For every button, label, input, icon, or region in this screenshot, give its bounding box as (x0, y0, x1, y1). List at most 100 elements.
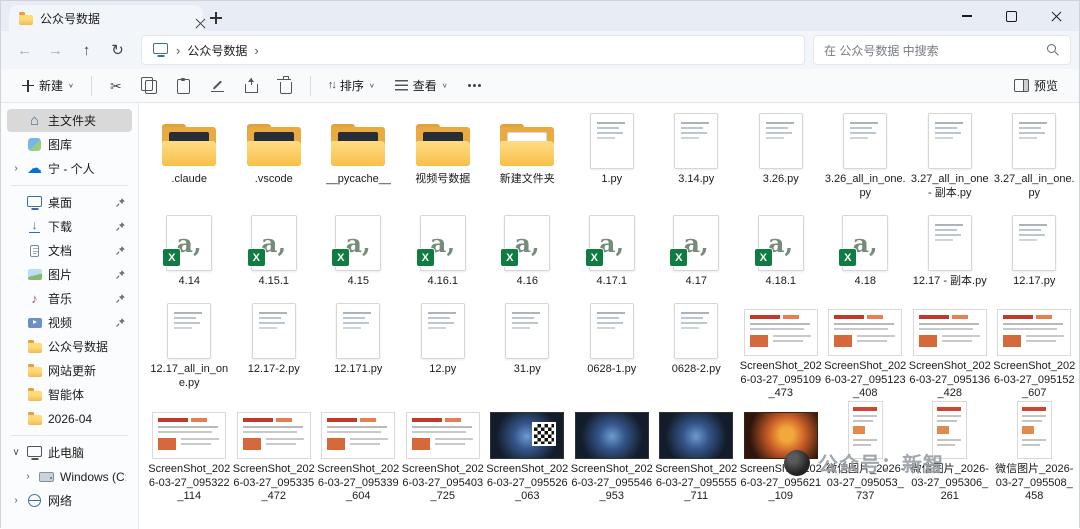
cut-button[interactable]: ✂ (100, 72, 132, 100)
sidebar-item-home[interactable]: 主文件夹 (7, 109, 132, 132)
file-tile[interactable]: a,X4.17.1 (570, 211, 655, 299)
new-tab-button[interactable] (203, 5, 229, 31)
chevron-right-icon[interactable]: › (11, 163, 21, 174)
breadcrumb-chevron-icon[interactable]: › (176, 43, 180, 58)
rename-button[interactable] (202, 72, 234, 100)
new-button[interactable]: 新建 ∨ (13, 72, 83, 100)
breadcrumb-chevron-icon[interactable]: › (254, 43, 258, 58)
file-tile[interactable]: ScreenShot_2026-03-27_095322_114 (147, 399, 232, 529)
sort-button[interactable]: ↑↓ 排序 ∨ (319, 72, 384, 100)
back-button[interactable]: ← (9, 35, 40, 65)
file-tile[interactable]: 3.27_all_in_one - 副本.py (908, 109, 993, 211)
file-tile[interactable]: ScreenShot_2026-03-27_095403_725 (401, 399, 486, 529)
address-bar[interactable]: › 公众号数据 › (141, 35, 805, 65)
view-button[interactable]: 查看 ∨ (386, 72, 457, 100)
file-tile[interactable]: 12.17-2.py (232, 299, 317, 399)
file-tile[interactable]: 微信图片_2026-03-27_095508_458 (992, 399, 1077, 529)
file-tile[interactable]: 12.171.py (316, 299, 401, 399)
file-tile[interactable]: .claude (147, 109, 232, 211)
file-thumbnail (828, 299, 902, 356)
file-tile[interactable]: 微信图片_2026-03-27_095053_737 (823, 399, 908, 529)
file-tile[interactable]: a,X4.18.1 (739, 211, 824, 299)
up-button[interactable]: ↑ (71, 35, 102, 65)
file-tile[interactable]: 视频号数据 (401, 109, 486, 211)
breadcrumb-item[interactable]: 公众号数据 (187, 42, 247, 59)
file-tile[interactable]: 1.py (570, 109, 655, 211)
home-icon (26, 113, 43, 129)
sidebar-item-gongzhonghao-data[interactable]: 公众号数据 (7, 335, 132, 358)
forward-button[interactable]: → (40, 35, 71, 65)
file-tile[interactable]: 3.26_all_in_one.py (823, 109, 908, 211)
file-tile[interactable]: __pycache__ (316, 109, 401, 211)
file-tile[interactable]: 3.14.py (654, 109, 739, 211)
sidebar-item-network[interactable]: ›网络 (7, 489, 132, 512)
maximize-button[interactable] (989, 1, 1034, 31)
search-icon[interactable] (1047, 44, 1060, 57)
file-tile[interactable]: ScreenShot_2026-03-27_095555_711 (654, 399, 739, 529)
file-tile[interactable]: 微信图片_2026-03-27_095306_261 (908, 399, 993, 529)
file-tile[interactable]: a,X4.15.1 (232, 211, 317, 299)
wechat-image-thumbnail (1017, 401, 1052, 459)
file-tile[interactable]: 12.17 - 副本.py (908, 211, 993, 299)
sidebar-item-gallery[interactable]: 图库 (7, 133, 132, 156)
explorer-tab[interactable]: 公众号数据 (9, 5, 203, 31)
file-tile[interactable]: ScreenShot_2026-03-27_095335_472 (232, 399, 317, 529)
sidebar-item-website-update[interactable]: 网站更新 (7, 359, 132, 382)
sidebar-item-windows-c[interactable]: ›Windows (C:) (19, 465, 132, 488)
file-tile[interactable]: ScreenShot_2026-03-27_095123_408 (823, 299, 908, 399)
file-thumbnail (674, 299, 718, 359)
sidebar-item-music[interactable]: 音乐 (7, 287, 132, 310)
file-tile[interactable]: 0628-1.py (570, 299, 655, 399)
file-tile[interactable]: ScreenShot_2026-03-27_095109_473 (739, 299, 824, 399)
file-tile[interactable]: a,X4.16.1 (401, 211, 486, 299)
location-icon (152, 42, 169, 58)
paste-button[interactable] (168, 72, 200, 100)
chevron-right-icon[interactable]: › (23, 471, 33, 482)
search-box[interactable]: 在 公众号数据 中搜索 (813, 35, 1071, 65)
minimize-button[interactable] (944, 1, 989, 31)
file-tile[interactable]: 12.py (401, 299, 486, 399)
file-thumbnail (421, 299, 465, 359)
copy-button[interactable] (134, 72, 166, 100)
refresh-button[interactable]: ↻ (102, 35, 133, 65)
sidebar-item-onedrive[interactable]: ›宁 - 个人 (7, 157, 132, 180)
delete-button[interactable] (270, 72, 302, 100)
sidebar-item-agent[interactable]: 智能体 (7, 383, 132, 406)
folder-content[interactable]: .claude.vscode__pycache__视频号数据新建文件夹1.py3… (139, 103, 1079, 529)
search-placeholder: 在 公众号数据 中搜索 (824, 42, 1047, 59)
share-button[interactable] (236, 72, 268, 100)
file-tile[interactable]: 31.py (485, 299, 570, 399)
file-tile[interactable]: a,X4.14 (147, 211, 232, 299)
file-tile[interactable]: ScreenShot_2026-03-27_095136_428 (908, 299, 993, 399)
file-tile[interactable]: a,X4.16 (485, 211, 570, 299)
file-tile[interactable]: .vscode (232, 109, 317, 211)
file-name: 3.27_all_in_one.py (993, 173, 1075, 200)
sidebar-item-desktop[interactable]: 桌面 (7, 191, 132, 214)
file-tile[interactable]: 新建文件夹 (485, 109, 570, 211)
file-tile[interactable]: ScreenShot_2026-03-27_095621_109 (739, 399, 824, 529)
sidebar-item-videos[interactable]: 视频 (7, 311, 132, 334)
file-tile[interactable]: 12.17_all_in_one.py (147, 299, 232, 399)
file-tile[interactable]: 3.27_all_in_one.py (992, 109, 1077, 211)
file-tile[interactable]: ScreenShot_2026-03-27_095339_604 (316, 399, 401, 529)
sidebar-item-documents[interactable]: 文档 (7, 239, 132, 262)
sidebar-item-this-pc[interactable]: ∨此电脑 (7, 441, 132, 464)
sidebar-item-pictures[interactable]: 图片 (7, 263, 132, 286)
close-button[interactable] (1034, 1, 1079, 31)
file-tile[interactable]: a,X4.17 (654, 211, 739, 299)
file-tile[interactable]: 3.26.py (739, 109, 824, 211)
sidebar-item-2026-04[interactable]: 2026-04 (7, 407, 132, 430)
network-icon (26, 493, 43, 509)
sidebar-item-downloads[interactable]: 下载 (7, 215, 132, 238)
preview-button[interactable]: 预览 (1005, 72, 1067, 100)
file-tile[interactable]: ScreenShot_2026-03-27_095546_953 (570, 399, 655, 529)
file-tile[interactable]: 0628-2.py (654, 299, 739, 399)
file-tile[interactable]: a,X4.18 (823, 211, 908, 299)
file-tile[interactable]: a,X4.15 (316, 211, 401, 299)
file-tile[interactable]: ScreenShot_2026-03-27_095152_607 (992, 299, 1077, 399)
file-tile[interactable]: 12.17.py (992, 211, 1077, 299)
more-button[interactable] (459, 72, 491, 100)
chevron-down-icon[interactable]: ∨ (11, 447, 21, 458)
file-tile[interactable]: ScreenShot_2026-03-27_095526_063 (485, 399, 570, 529)
chevron-right-icon[interactable]: › (11, 495, 21, 506)
